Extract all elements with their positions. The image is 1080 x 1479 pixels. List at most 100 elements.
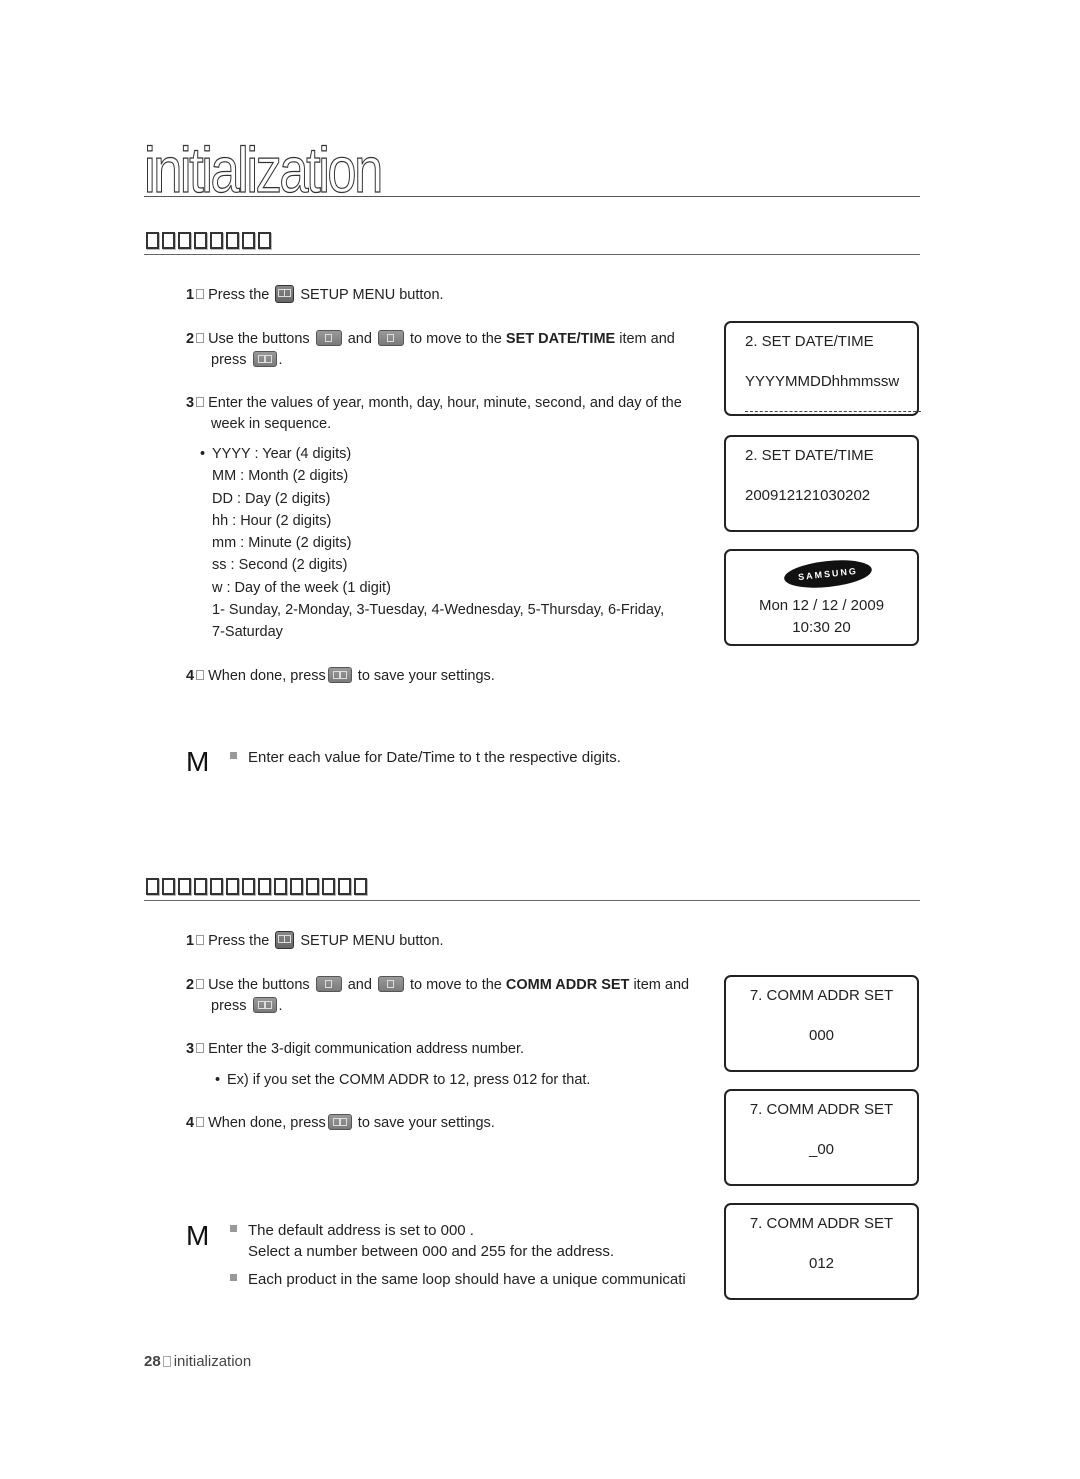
step-3: 3 Enter the 3-digit communication address…: [186, 1039, 706, 1060]
step-text: to save your settings.: [357, 1115, 495, 1131]
step-text: Press the: [208, 933, 270, 949]
step-4: 4 When done, press to save your settings.: [186, 1113, 706, 1134]
missing-glyph-box: [210, 878, 223, 895]
step-3: 3 Enter the values of year, month, day, h…: [186, 393, 706, 435]
up-button-icon: [315, 976, 342, 992]
step-text: Enter the values of year, month, day, ho…: [208, 395, 682, 411]
step-text: Use the buttons: [208, 331, 310, 347]
step-text: and: [347, 977, 372, 993]
step-text: When done, press: [208, 668, 326, 684]
lcd-line-1: 2. SET DATE/TIME: [745, 333, 874, 350]
section-rule: [144, 254, 920, 255]
step-separator: [196, 979, 205, 989]
missing-glyph-box: [194, 232, 207, 249]
step-number: 3: [186, 1041, 195, 1057]
step-1: 1 Press the SETUP MENU button.: [186, 285, 706, 306]
step-text: Press the: [208, 287, 270, 303]
step-text: to move to the: [409, 331, 502, 347]
step-separator: [196, 935, 205, 945]
missing-glyph-box: [322, 878, 335, 895]
step-text: and: [347, 331, 372, 347]
lcd-line-2: YYYYMMDDhhmmssw: [745, 373, 900, 390]
section-heading-comm-addr-set: [146, 878, 367, 895]
step-text: press: [211, 352, 247, 368]
list-item: MM : Month (2 digits): [212, 468, 349, 485]
note-text: Each product in the same loop should hav…: [248, 1271, 686, 1288]
list-item: hh : Hour (2 digits): [212, 512, 332, 529]
bullet-icon: •: [200, 446, 206, 462]
lcd-line-1: 7. COMM ADDR SET: [749, 987, 894, 1004]
missing-glyph-box: [338, 878, 351, 895]
lcd-screen-set-date-time-format: 2. SET DATE/TIME YYYYMMDDhhmmssw: [724, 321, 921, 416]
page-number: 28: [144, 1353, 161, 1370]
menu-item-name: SET DATE/TIME: [505, 331, 616, 347]
step-text: .: [278, 352, 283, 368]
lcd-line-1: 2. SET DATE/TIME: [745, 447, 874, 464]
step-separator: [196, 333, 205, 343]
missing-glyph-box: [242, 232, 255, 249]
step-number: 3: [186, 395, 195, 411]
missing-glyph-box: [290, 878, 303, 895]
list-item: Ex) if you set the COMM ADDR to 12, pres…: [227, 1072, 591, 1088]
step-1: 1 Press the SETUP MENU button.: [186, 931, 706, 952]
lcd-cursor-underline: [745, 411, 921, 412]
note-bullet-icon: [230, 752, 237, 759]
list-item: w : Day of the week (1 digit): [212, 579, 391, 596]
missing-glyph-box: [354, 878, 367, 895]
note-marker-icon: M: [186, 746, 210, 777]
footer-label: initialization: [173, 1353, 252, 1370]
step-2: 2 Use the buttons and to move to the SET …: [186, 329, 706, 371]
step-separator: [196, 397, 205, 407]
list-item: ss : Second (2 digits): [212, 557, 348, 574]
step-text: Use the buttons: [208, 977, 310, 993]
up-button-icon: [315, 330, 342, 346]
list-item: 7-Saturday: [212, 624, 283, 641]
lcd-line-2: 000: [808, 1027, 835, 1044]
date-format-list: • YYYY : Year (4 digits) MM : Month (2 d…: [200, 443, 665, 644]
step-number: 2: [186, 331, 195, 347]
lcd-line-1: 7. COMM ADDR SET: [749, 1215, 894, 1232]
list-item: 1- Sunday, 2-Monday, 3-Tuesday, 4-Wednes…: [212, 602, 665, 619]
note-text: Select a number between 000 and 255 for …: [248, 1243, 615, 1260]
step-text: When done, press: [208, 1115, 326, 1131]
step-text: item and: [633, 977, 690, 993]
missing-glyph-box: [162, 232, 175, 249]
note: Enter each value for Date/Time to t the …: [230, 747, 621, 768]
menu-item-name: COMM ADDR SET: [505, 977, 630, 993]
note: The default address is set to 000 . Sele…: [230, 1220, 614, 1262]
step-text: .: [278, 998, 283, 1014]
step-text: to move to the: [409, 977, 502, 993]
missing-glyph-box: [226, 232, 239, 249]
step-text: Enter the 3-digit communication address …: [208, 1041, 525, 1057]
page-footer: 28 initialization: [144, 1353, 251, 1370]
example-list: • Ex) if you set the COMM ADDR to 12, pr…: [215, 1069, 591, 1091]
lcd-line-1: 7. COMM ADDR SET: [749, 1101, 894, 1118]
step-4: 4 When done, press to save your settings.: [186, 666, 706, 687]
lcd-screen-set-date-time-value: 2. SET DATE/TIME 200912121030202: [724, 435, 919, 532]
chapter-title: initialization: [144, 134, 384, 206]
lcd-screen-comm-addr-editing: 7. COMM ADDR SET _00: [724, 1089, 919, 1186]
missing-glyph-box: [162, 878, 175, 895]
enter-button-icon: [252, 351, 277, 367]
step-number: 4: [186, 1115, 195, 1131]
step-number: 1: [186, 287, 195, 303]
section-heading-set-date-time: [146, 232, 271, 249]
missing-glyph-box: [210, 232, 223, 249]
lcd-line-2: 012: [808, 1255, 835, 1272]
down-button-icon: [377, 330, 404, 346]
missing-glyph-box: [146, 878, 159, 895]
step-number: 2: [186, 977, 195, 993]
section-rule: [144, 900, 920, 901]
lcd-line-2: _00: [808, 1141, 835, 1158]
step-text: press: [211, 998, 247, 1014]
step-number: 1: [186, 933, 195, 949]
missing-glyph-box: [178, 878, 191, 895]
lcd-line-2: 10:30 20: [792, 619, 851, 636]
note-text: The default address is set to 000 .: [248, 1222, 474, 1239]
step-separator: [196, 289, 205, 299]
menu-button-icon: [275, 931, 295, 949]
missing-glyph-box: [146, 232, 159, 249]
list-item: YYYY : Year (4 digits): [212, 446, 352, 462]
enter-button-icon: [327, 667, 352, 683]
chapter-rule: [144, 196, 920, 197]
